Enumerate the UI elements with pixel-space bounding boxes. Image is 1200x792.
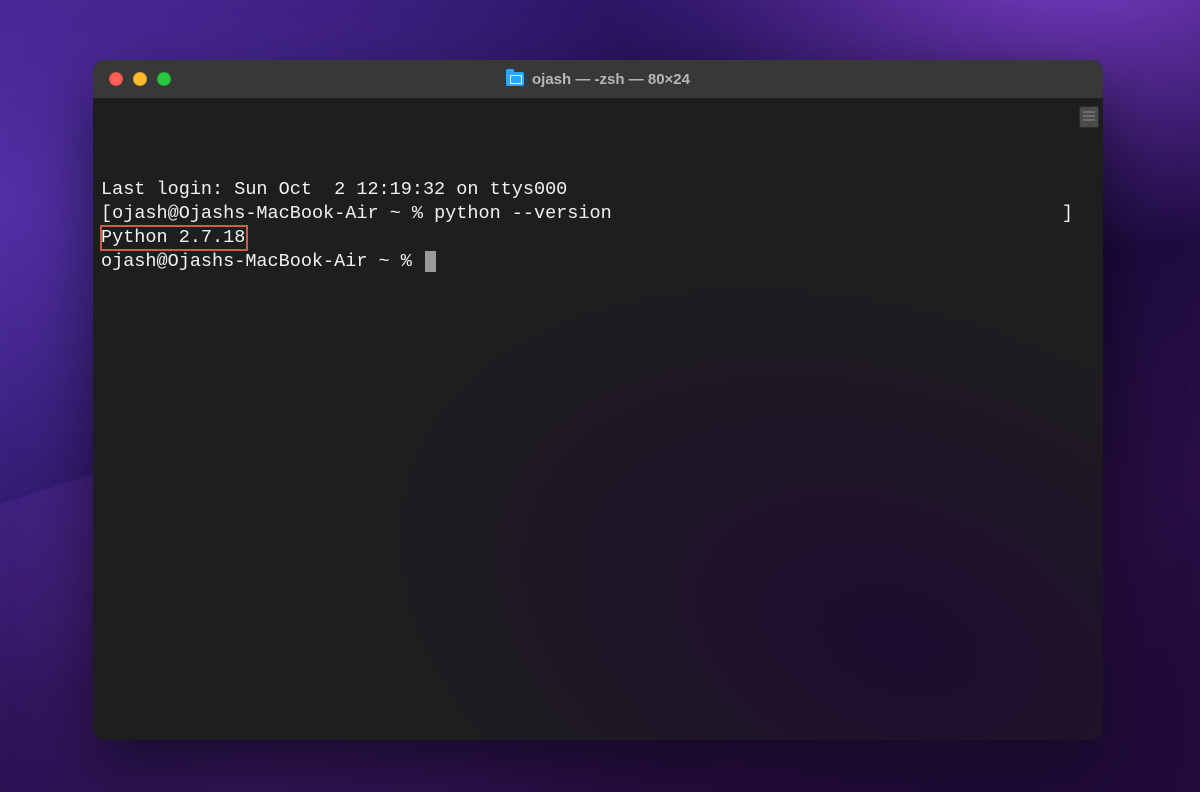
cursor-block <box>425 251 436 272</box>
last-login-line: Last login: Sun Oct 2 12:19:32 on ttys00… <box>101 178 1093 202</box>
prompt-2: ojash@Ojashs-MacBook-Air ~ % <box>101 251 423 272</box>
traffic-lights <box>93 72 171 86</box>
output-line-1: Python 2.7.18 <box>101 226 1093 250</box>
terminal-window[interactable]: ojash — -zsh — 80×24 Last login: Sun Oct… <box>93 60 1103 740</box>
desktop-wallpaper: ojash — -zsh — 80×24 Last login: Sun Oct… <box>0 0 1200 792</box>
prompt-1: ojash@Ojashs-MacBook-Air ~ % <box>112 203 434 224</box>
window-title-container: ojash — -zsh — 80×24 <box>93 71 1103 88</box>
prompt-line-2: ojash@Ojashs-MacBook-Air ~ % <box>101 250 1093 274</box>
terminal-body[interactable]: Last login: Sun Oct 2 12:19:32 on ttys00… <box>93 98 1103 740</box>
zoom-button[interactable] <box>157 72 171 86</box>
window-title: ojash — -zsh — 80×24 <box>532 71 690 88</box>
home-folder-icon <box>506 72 524 86</box>
scroll-indicator-icon <box>1079 106 1099 128</box>
left-bracket: [ <box>101 203 112 224</box>
command-1: python --version <box>434 203 612 224</box>
prompt-line-1: [ojash@Ojashs-MacBook-Air ~ % python --v… <box>101 202 1093 226</box>
python-version-highlight: Python 2.7.18 <box>101 226 247 250</box>
titlebar[interactable]: ojash — -zsh — 80×24 <box>93 60 1103 98</box>
minimize-button[interactable] <box>133 72 147 86</box>
close-button[interactable] <box>109 72 123 86</box>
right-bracket: ] <box>1062 202 1073 226</box>
